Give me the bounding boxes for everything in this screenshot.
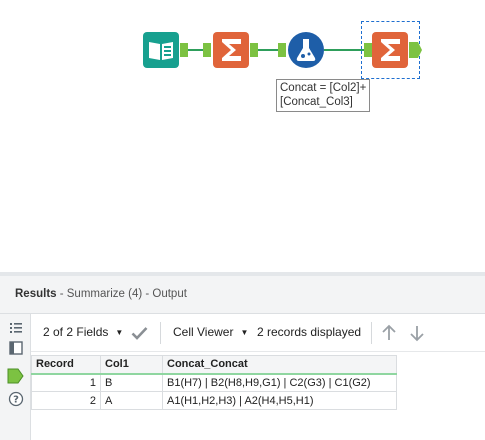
sigma-icon — [372, 32, 408, 68]
cell-viewer-dropdown[interactable]: Cell Viewer ▼ — [173, 325, 248, 339]
column-header-col1[interactable]: Col1 — [100, 355, 163, 375]
chevron-down-icon: ▼ — [240, 328, 249, 337]
results-toolbar: 2 of 2 Fields ▼ Cell Viewer ▼ 2 records di… — [31, 314, 485, 352]
table-row[interactable]: 2 A A1(H1,H2,H3) | A2(H4,H5,H1) — [31, 391, 397, 410]
formula-tool[interactable] — [288, 32, 324, 68]
column-header-concat[interactable]: Concat_Concat — [162, 355, 397, 375]
connection-line[interactable] — [188, 49, 203, 51]
results-grid-area: Record Col1 Concat_Concat 1 B B1(H7) | B… — [31, 352, 485, 440]
input-data-tool[interactable] — [143, 32, 179, 68]
connection-line[interactable] — [258, 49, 278, 51]
cell-concat[interactable]: A1(H1,H2,H3) | A2(H4,H5,H1) — [162, 391, 397, 410]
records-count: 2 records displayed — [257, 325, 362, 339]
checkmark-icon[interactable] — [131, 326, 148, 340]
fields-label: 2 of 2 Fields — [43, 325, 109, 339]
help-icon[interactable]: ? — [8, 391, 24, 407]
output-anchor[interactable] — [409, 42, 423, 58]
annotation-line-2: [Concat_Col3] — [280, 96, 353, 108]
results-side-rail: ? — [0, 314, 31, 440]
summarize-tool-selected[interactable] — [372, 32, 408, 68]
table-row[interactable]: 1 B B1(H7) | B2(H8,H9,G1) | C2(G3) | C1(… — [31, 373, 397, 392]
results-header: Results - Summarize (4) - Output — [0, 276, 485, 314]
summarize-tool[interactable] — [213, 32, 249, 68]
arrow-down-icon[interactable] — [408, 324, 426, 342]
list-view-icon[interactable] — [8, 320, 24, 336]
cell-col1[interactable]: A — [100, 391, 163, 410]
fields-dropdown[interactable]: 2 of 2 Fields ▼ — [43, 325, 123, 339]
annotation-line-1: Concat = [Col2]+ — [280, 82, 367, 94]
viewer-label: Cell Viewer — [173, 325, 234, 339]
panel-icon[interactable] — [8, 340, 24, 356]
toolbar-divider — [371, 322, 372, 344]
arrow-up-icon[interactable] — [380, 324, 398, 342]
flask-icon — [288, 32, 324, 68]
cell-record[interactable]: 2 — [31, 391, 101, 410]
output-anchor-icon[interactable] — [7, 368, 25, 384]
sigma-icon — [213, 32, 249, 68]
cell-col1[interactable]: B — [100, 373, 163, 392]
tool-annotation: Concat = [Col2]+ [Concat_Col3] — [276, 79, 371, 112]
input-anchor[interactable] — [203, 43, 211, 57]
cell-concat[interactable]: B1(H7) | B2(H8,H9,G1) | C2(G3) | C1(G2) — [162, 373, 397, 392]
workflow-canvas[interactable]: Concat = [Col2]+ [Concat_Col3] — [0, 0, 485, 272]
output-anchor[interactable] — [180, 43, 188, 57]
toolbar-divider — [160, 322, 161, 344]
input-anchor[interactable] — [278, 43, 286, 57]
output-anchor[interactable] — [250, 43, 258, 57]
svg-text:?: ? — [13, 395, 19, 406]
results-title: Results — [15, 288, 57, 300]
results-table[interactable]: Record Col1 Concat_Concat 1 B B1(H7) | B… — [31, 355, 397, 410]
table-header-row: Record Col1 Concat_Concat — [31, 355, 397, 375]
connection-line[interactable] — [324, 49, 364, 51]
book-icon — [143, 32, 179, 68]
chevron-down-icon: ▼ — [115, 328, 124, 337]
column-header-record[interactable]: Record — [31, 355, 101, 375]
cell-record[interactable]: 1 — [31, 373, 101, 392]
results-subtitle: - Summarize (4) - Output — [56, 288, 187, 300]
